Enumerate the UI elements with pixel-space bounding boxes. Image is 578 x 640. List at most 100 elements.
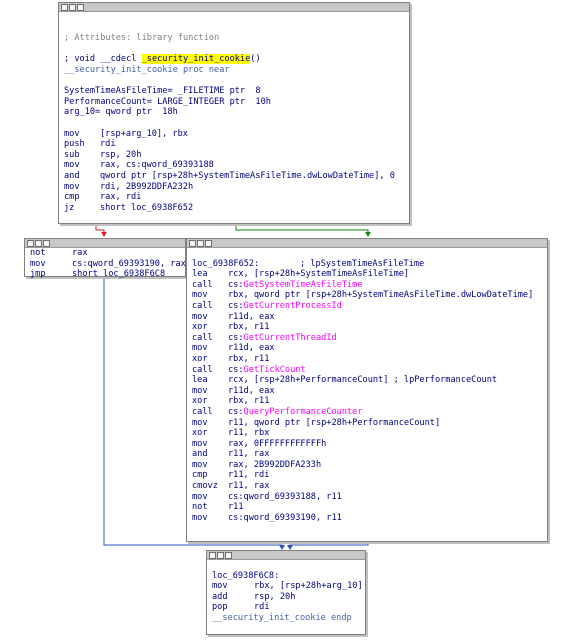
instruction-line[interactable]: not r11 (187, 502, 547, 513)
instruction-line[interactable]: call cs:QueryPerformanceCounter (187, 407, 547, 418)
instruction-line[interactable]: call cs:GetSystemTimeAsFileTime (187, 280, 547, 291)
import-function-name[interactable]: GetTickCount (244, 365, 306, 375)
node-header[interactable] (187, 239, 547, 248)
block-label[interactable]: loc_6938F652:; lpSystemTimeAsFileTime (187, 259, 547, 270)
text-icon[interactable] (77, 4, 84, 11)
operand: rcx, [rsp+28h+PerformanceCount] ; lpPerf… (228, 375, 498, 386)
instruction-line[interactable]: push rdi (59, 139, 409, 150)
window-icon[interactable] (189, 240, 196, 247)
window-icon[interactable] (209, 552, 216, 559)
instruction-line[interactable]: jz short loc_6938F652 (59, 203, 409, 214)
instruction-line[interactable]: xor rbx, r11 (187, 322, 547, 333)
mnemonic: call (192, 332, 213, 343)
instruction-line[interactable]: xor r11, rbx (187, 428, 547, 439)
mnemonic: xor (192, 353, 208, 364)
operand: rbx, r11 (228, 353, 270, 364)
mnemonic: mov (64, 128, 80, 139)
node-header[interactable] (25, 239, 185, 248)
node-header[interactable] (59, 3, 409, 12)
instruction-line[interactable]: mov rbx, qword ptr [rsp+28h+SystemTimeAsF… (187, 290, 547, 301)
mnemonic: add (212, 591, 228, 602)
node-header[interactable] (207, 551, 365, 560)
function-name-highlight[interactable]: _security_init_cookie (141, 54, 251, 65)
graph-icon[interactable] (35, 240, 42, 247)
instruction-line[interactable]: cmovz r11, rax (187, 481, 547, 492)
instruction-line[interactable]: mov cs:qword_69393188, r11 (187, 492, 547, 503)
text-icon[interactable] (43, 240, 50, 247)
operand: qword ptr [rsp+28h+SystemTimeAsFileTime.… (100, 170, 395, 181)
instruction-line[interactable]: call cs:GetCurrentProcessId (187, 301, 547, 312)
instruction-line[interactable]: and r11, rax (187, 449, 547, 460)
instruction-line[interactable]: cmp rax, rdi (59, 192, 409, 203)
attributes-comment: ; Attributes: library function (64, 33, 220, 44)
instruction-line[interactable]: not rax (25, 248, 185, 259)
instruction-line[interactable]: mov rax, 2B992DDFA233h (187, 460, 547, 471)
instruction-line[interactable]: call cs:GetTickCount (187, 365, 547, 376)
function-entry-block[interactable]: ; Attributes: library function ; void __… (58, 2, 410, 224)
instruction-line[interactable]: cmp r11, rdi (187, 470, 547, 481)
instruction-line[interactable]: mov rbx, [rsp+28h+arg_10] (207, 581, 365, 592)
mnemonic: push (64, 139, 85, 150)
instruction-line[interactable]: xor rbx, r11 (187, 396, 547, 407)
operand: cs:qword_69393190, rax (72, 258, 186, 269)
mnemonic: xor (192, 322, 208, 333)
operand: r11d, eax (228, 385, 275, 396)
instruction-line[interactable]: mov rax, 0FFFFFFFFFFFFh (187, 439, 547, 450)
instruction-line[interactable]: mov r11d, eax (187, 343, 547, 354)
operand: rax, cs:qword_69393188 (100, 160, 214, 171)
instruction-line[interactable]: lea rcx, [rsp+28h+PerformanceCount] ; lpP… (187, 375, 547, 386)
block-label[interactable]: loc_6938F6C8: (207, 571, 365, 582)
operand: [rsp+arg_10], rbx (100, 128, 188, 139)
instruction-line[interactable]: mov [rsp+arg_10], rbx (59, 129, 409, 140)
instruction-line[interactable]: mov r11d, eax (187, 386, 547, 397)
instruction-line[interactable]: mov cs:qword_69393190, r11 (187, 513, 547, 524)
operand: rax, 0FFFFFFFFFFFFh (228, 438, 327, 449)
import-function-name[interactable]: GetCurrentProcessId (244, 301, 342, 311)
text-icon[interactable] (205, 240, 212, 247)
window-icon[interactable] (27, 240, 34, 247)
graph-icon[interactable] (217, 552, 224, 559)
import-function-name[interactable]: GetCurrentThreadId (244, 333, 337, 343)
endp-line: __security_init_cookie endp (212, 612, 352, 623)
mnemonic: and (64, 170, 80, 181)
mnemonic: cmovz (192, 481, 218, 492)
instruction-line[interactable]: mov rax, cs:qword_69393188 (59, 160, 409, 171)
instruction-line[interactable]: mov cs:qword_69393190, rax (25, 258, 186, 270)
mnemonic: call (192, 300, 213, 311)
instruction-line[interactable]: xor rbx, r11 (187, 354, 547, 365)
graph-icon[interactable] (197, 240, 204, 247)
instruction-line[interactable]: and qword ptr [rsp+28h+SystemTimeAsFileTi… (59, 171, 409, 182)
edge-false-arrow (101, 232, 107, 237)
not-rax-block[interactable]: not rax mov cs:qword_69393190, rax jmp short … (24, 238, 186, 280)
instruction-line[interactable]: add rsp, 20h (207, 592, 365, 603)
loc-6938F652-block[interactable]: loc_6938F652:; lpSystemTimeAsFileTime le… (186, 238, 548, 542)
instruction-line[interactable]: lea rcx, [rsp+28h+SystemTimeAsFileTime] (187, 269, 547, 280)
mnemonic: sub (64, 149, 80, 160)
mnemonic: cmp (64, 192, 80, 203)
instruction-line[interactable]: mov r11, qword ptr [rsp+28h+PerformanceCo… (187, 418, 547, 429)
window-icon[interactable] (61, 4, 68, 11)
instruction-line[interactable]: pop rdi (207, 602, 365, 613)
text-icon[interactable] (225, 552, 232, 559)
instruction-line[interactable]: call cs:GetCurrentThreadId (187, 333, 547, 344)
import-function-name[interactable]: GetSystemTimeAsFileTime (244, 280, 363, 290)
operand: r11, rax (228, 481, 270, 492)
mnemonic: mov (192, 417, 208, 428)
loc-6938F6C8-block[interactable]: loc_6938F6C8: mov rbx, [rsp+28h+arg_10] ad… (206, 550, 366, 635)
instruction-line[interactable]: mov rdi, 2B992DDFA232h (59, 182, 409, 193)
mnemonic: mov (192, 311, 208, 322)
operand: cs: (228, 364, 244, 375)
import-function-name[interactable]: QueryPerformanceCounter (244, 407, 363, 417)
instruction-line[interactable]: mov r11d, eax (187, 312, 547, 323)
mnemonic: mov (212, 581, 228, 592)
graph-icon[interactable] (69, 4, 76, 11)
mnemonic: mov (64, 160, 80, 171)
instruction-line[interactable]: jmp short loc_6938F6C8 (25, 269, 185, 280)
operand: cs: (228, 300, 244, 311)
operand: cs:qword_69393188, r11 (228, 491, 342, 502)
mnemonic: mov (192, 491, 208, 502)
instruction-line[interactable]: sub rsp, 20h (59, 150, 409, 161)
proc-line: __security_init_cookie proc near (64, 64, 230, 75)
mnemonic: call (192, 406, 213, 417)
mnemonic: not (192, 502, 208, 513)
